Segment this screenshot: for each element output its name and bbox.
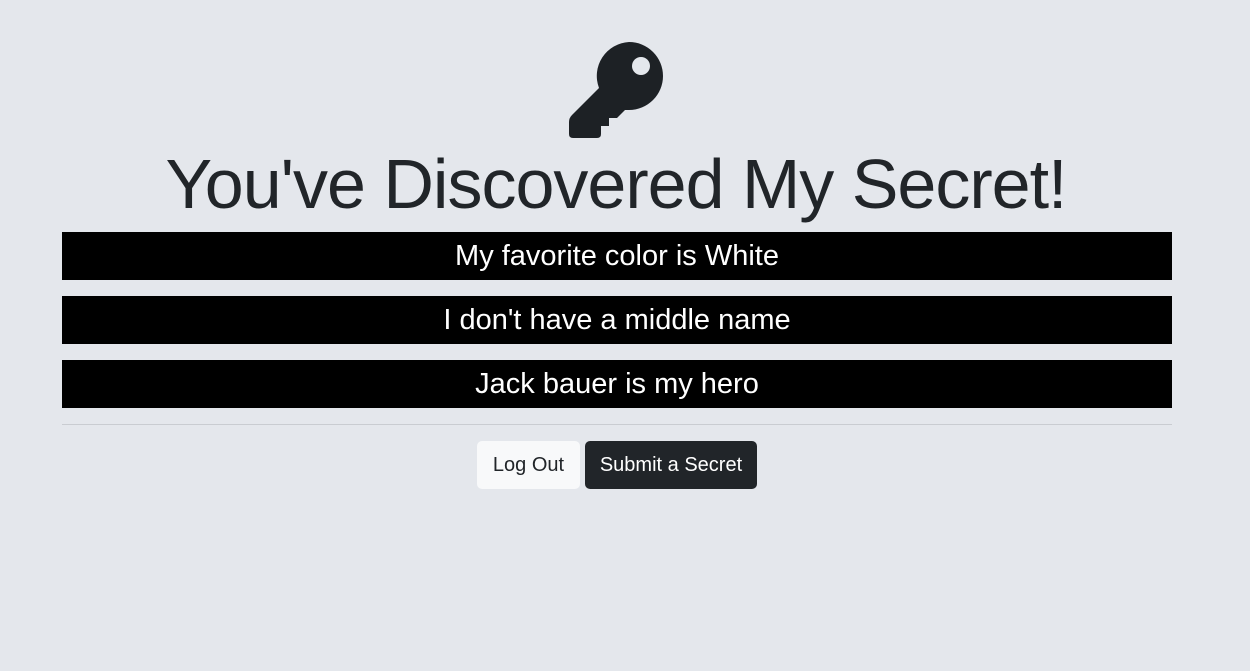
divider: [62, 424, 1172, 425]
action-buttons: Log Out Submit a Secret: [477, 441, 757, 489]
secrets-list: My favorite color is White I don't have …: [62, 232, 1172, 424]
logout-button[interactable]: Log Out: [477, 441, 580, 489]
secret-item: I don't have a middle name: [62, 296, 1172, 344]
key-icon: [569, 42, 663, 138]
secrets-page: You've Discovered My Secret! My favorite…: [0, 0, 1250, 671]
submit-secret-button[interactable]: Submit a Secret: [585, 441, 757, 489]
secret-item: Jack bauer is my hero: [62, 360, 1172, 408]
secret-item: My favorite color is White: [62, 232, 1172, 280]
page-title: You've Discovered My Secret!: [165, 145, 1068, 223]
